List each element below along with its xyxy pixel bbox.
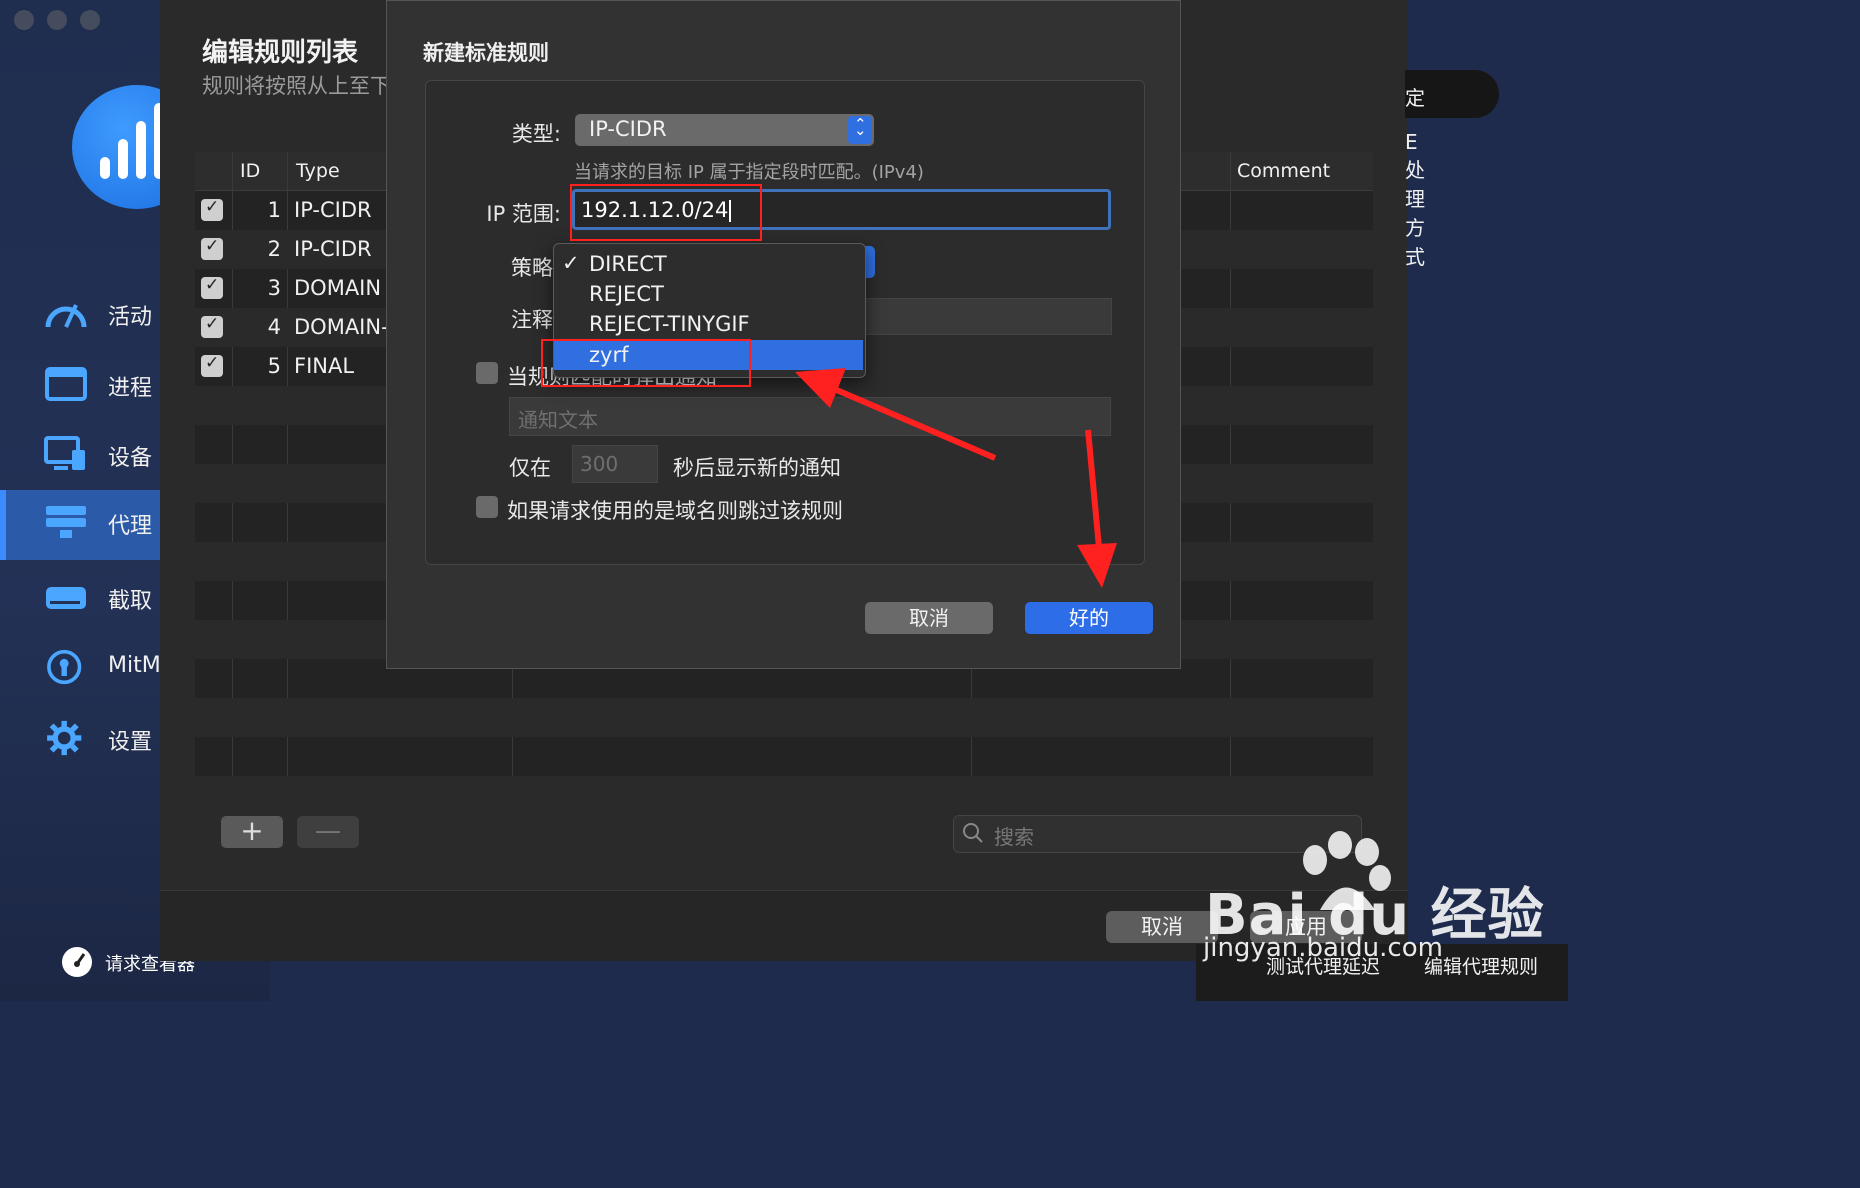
baidu-watermark: Bai du 经验 jingyan.baidu.com (1195, 830, 1555, 963)
type-hint: 当请求的目标 IP 属于指定段时匹配。(IPv4) (574, 162, 924, 183)
sidebar-item-label: 截取 (108, 589, 153, 614)
column-header-id[interactable]: ID (240, 160, 260, 182)
search-placeholder: 搜索 (994, 825, 1034, 849)
rule-list-title: 编辑规则列表 (202, 38, 359, 68)
sidebar-item-label: 设备 (108, 446, 153, 471)
type-label: 类型: (511, 122, 561, 146)
window-icon (45, 367, 87, 401)
server-icon (46, 506, 86, 538)
comment-label: 注释 (511, 308, 553, 332)
watermark-url: jingyan.baidu.com (1203, 933, 1443, 963)
menu-item-label: REJECT (589, 282, 664, 306)
gauge-icon (62, 947, 92, 977)
remove-rule-button[interactable]: — (297, 816, 359, 848)
seconds-placeholder: 300 (580, 452, 619, 476)
top-right-segment[interactable]: 定 (1405, 70, 1499, 118)
arrow-to-menu (823, 382, 997, 461)
close-window-button[interactable] (14, 10, 34, 30)
rule-type: DOMAIN (294, 276, 382, 300)
policy-label: 策略 (511, 256, 553, 280)
dialog-title: 新建标准规则 (423, 41, 549, 65)
drive-icon (46, 587, 86, 609)
arrowhead-icon (1077, 543, 1117, 588)
type-select-value: IP-CIDR (589, 117, 667, 141)
rule-enabled-checkbox[interactable]: ✓ (201, 314, 223, 338)
column-header-type[interactable]: Type (296, 160, 340, 182)
only-after-label: 仅在 (509, 456, 551, 480)
add-rule-button[interactable]: + (221, 816, 283, 848)
menu-item-label: REJECT-TINYGIF (589, 312, 750, 336)
rule-enabled-checkbox[interactable]: ✓ (201, 353, 223, 377)
handling-mode-label: E处理方式 (1405, 130, 1425, 269)
sidebar-item-activity[interactable]: 活动 (0, 281, 160, 345)
annotation-box-zyrf (541, 339, 751, 387)
comment-input[interactable] (865, 298, 1112, 335)
segment-label: 定 (1405, 86, 1425, 110)
rule-enabled-checkbox[interactable]: ✓ (201, 236, 223, 260)
sidebar-item-device[interactable]: 设备 (0, 422, 160, 486)
sidebar-item-settings[interactable]: 设置 (0, 706, 160, 770)
rule-type: IP-CIDR (294, 198, 372, 222)
menu-item-label: DIRECT (589, 252, 667, 276)
sidebar-item-label: 活动 (108, 305, 153, 330)
rule-type: IP-CIDR (294, 237, 372, 261)
notify-checkbox[interactable] (476, 362, 498, 384)
rule-id: 2 (267, 237, 281, 261)
keyhole-icon (47, 649, 82, 685)
menu-item-reject-tinygif[interactable]: REJECT-TINYGIF (554, 309, 863, 339)
gear-icon (47, 720, 82, 756)
rule-id: 3 (267, 276, 281, 300)
rule-id: 5 (267, 354, 281, 378)
rule-id: 1 (267, 198, 281, 222)
rule-type: DOMAIN- (294, 315, 389, 339)
rule-id: 4 (267, 315, 281, 339)
rule-type: FINAL (294, 354, 355, 378)
speedometer-icon (45, 304, 87, 328)
menu-item-reject[interactable]: REJECT (554, 279, 863, 309)
seconds-input[interactable]: 300 (572, 445, 658, 483)
device-icon (44, 436, 85, 470)
sidebar-item-label: MitM (108, 653, 161, 678)
sidebar-item-mitm[interactable]: MitM (0, 635, 161, 699)
sidebar-item-label: 设置 (108, 730, 153, 755)
type-select[interactable]: IP-CIDR (575, 114, 874, 146)
column-header-comment[interactable]: Comment (1237, 160, 1330, 182)
skip-domain-checkbox[interactable] (476, 496, 498, 518)
rule-enabled-checkbox[interactable]: ✓ (201, 197, 223, 221)
ip-range-label: IP 范围: (486, 202, 561, 226)
annotation-box-ip (570, 184, 762, 241)
arrow-to-ok (1085, 429, 1103, 559)
minimize-window-button[interactable] (47, 10, 67, 30)
checkmark-icon: ✓ (562, 251, 580, 275)
zoom-window-button[interactable] (80, 10, 100, 30)
sidebar-item-proxy[interactable]: 代理 (0, 490, 160, 560)
sidebar-item-capture[interactable]: 截取 (0, 565, 160, 629)
menu-item-direct[interactable]: ✓ DIRECT (554, 249, 863, 279)
sidebar-item-label: 进程 (108, 376, 153, 401)
dialog-cancel-button[interactable]: 取消 (865, 602, 993, 634)
annotation-arrows (795, 368, 1117, 588)
chevron-updown-icon (848, 115, 872, 144)
search-icon (963, 823, 983, 843)
dialog-ok-button[interactable]: 好的 (1025, 602, 1153, 634)
notify-text-placeholder: 通知文本 (518, 408, 598, 432)
sidebar-item-label: 代理 (108, 514, 153, 539)
rule-enabled-checkbox[interactable]: ✓ (201, 275, 223, 299)
sidebar-item-process[interactable]: 进程 (0, 352, 160, 416)
rule-list-subtitle: 规则将按照从上至下 (202, 74, 391, 98)
